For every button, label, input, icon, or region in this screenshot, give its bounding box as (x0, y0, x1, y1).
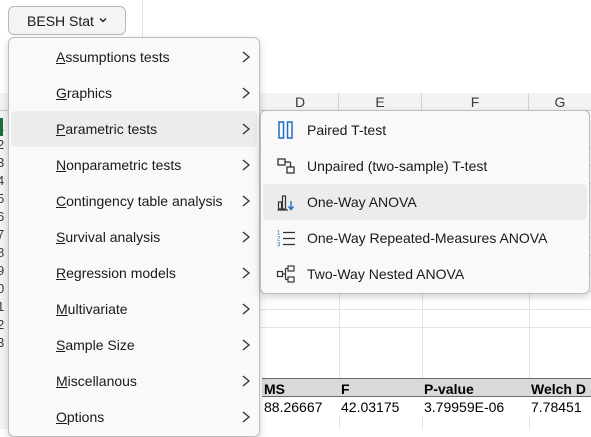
row-header[interactable]: 1 (0, 298, 8, 316)
table-header-ms[interactable]: MS (262, 378, 339, 397)
row-header[interactable]: 0 (0, 280, 8, 298)
chevron-right-icon (242, 411, 251, 423)
menu-item-label: ultivariate (67, 301, 128, 317)
submenu-item-paired-t-test[interactable]: Paired T-test (263, 112, 587, 148)
selected-row-indicator (0, 118, 3, 136)
menu-item-sample-size[interactable]: Sample Size (11, 327, 257, 363)
row-header[interactable]: 7 (0, 226, 8, 244)
table-cell-welch[interactable]: 7.78451 (529, 397, 591, 416)
accelerator-key: O (56, 409, 67, 425)
chevron-right-icon (242, 87, 251, 99)
menu-item-nonparametric-tests[interactable]: Nonparametric tests (11, 147, 257, 183)
submenu-item-label: Two-Way Nested ANOVA (307, 266, 465, 282)
hierarchy-icon (276, 265, 295, 283)
accelerator-key: M (56, 373, 68, 389)
accelerator-key: P (56, 121, 66, 137)
chevron-right-icon (242, 267, 251, 279)
accelerator-key: S (56, 337, 66, 353)
chevron-right-icon (242, 375, 251, 387)
menu-item-assumptions-tests[interactable]: Assumptions tests (11, 39, 257, 75)
column-header-g[interactable]: G (529, 93, 591, 110)
chevron-right-icon (242, 339, 251, 351)
menu-item-survival-analysis[interactable]: Survival analysis (11, 219, 257, 255)
menu-item-label: ontingency table analysis (66, 193, 223, 209)
menu-item-label: arametric tests (65, 121, 158, 137)
ribbon: BESH Stat (0, 0, 591, 40)
svg-text:3: 3 (277, 243, 281, 249)
row-header[interactable]: 3 (0, 334, 8, 352)
chevron-right-icon (242, 231, 251, 243)
table-cell-f[interactable]: 42.03175 (339, 397, 422, 416)
submenu-item-label: One-Way ANOVA (307, 194, 417, 210)
row-header[interactable]: 6 (0, 208, 8, 226)
table-header-welch[interactable]: Welch D (529, 378, 591, 397)
submenu-item-one-way-anova[interactable]: One-Way ANOVA (263, 184, 587, 220)
accelerator-key: C (56, 193, 67, 209)
paired-bars-icon (278, 121, 293, 139)
row-header[interactable]: 4 (0, 172, 8, 190)
accelerator-key: R (56, 265, 67, 281)
menu-item-label: ssumptions tests (65, 49, 170, 65)
menu-item-label: urvival analysis (65, 229, 161, 245)
table-header-p-value[interactable]: P-value (422, 378, 529, 397)
menu-item-miscellanous[interactable]: Miscellanous (11, 363, 257, 399)
menu-item-options[interactable]: Options (11, 399, 257, 435)
chevron-down-icon (99, 16, 107, 25)
table-header-f[interactable]: F (339, 378, 422, 397)
submenu-item-label: Unpaired (two-sample) T-test (307, 158, 488, 174)
unpaired-boxes-icon (277, 158, 295, 174)
submenu-item-label: Paired T-test (307, 122, 387, 138)
row-header[interactable]: 9 (0, 262, 8, 280)
accelerator-key: M (56, 301, 68, 317)
menu-item-label: iscellanous (67, 373, 137, 389)
row-header[interactable]: 2 (0, 316, 8, 334)
row-header[interactable]: 8 (0, 244, 8, 262)
menu-item-graphics[interactable]: Graphics (11, 75, 257, 111)
menu-item-parametric-tests[interactable]: Parametric tests (11, 111, 257, 147)
chevron-right-icon (242, 159, 251, 171)
submenu-item-unpaired-t-test[interactable]: Unpaired (two-sample) T-test (263, 148, 587, 184)
row-header[interactable]: 5 (0, 190, 8, 208)
parametric-tests-submenu: Paired T-test Unpaired (two-sample) T-te… (260, 110, 590, 294)
column-header-e[interactable]: E (339, 93, 422, 110)
table-cell-p-value[interactable]: 3.79959E-06 (422, 397, 529, 416)
chevron-right-icon (242, 51, 251, 63)
column-header-f[interactable]: F (422, 93, 529, 110)
menu-item-label: ptions (66, 409, 105, 425)
menu-item-contingency-table-analysis[interactable]: Contingency table analysis (11, 183, 257, 219)
submenu-item-two-way-nested-anova[interactable]: Two-Way Nested ANOVA (263, 256, 587, 292)
submenu-item-one-way-repeated-measures-anova[interactable]: 1 2 3 One-Way Repeated-Measures ANOVA (263, 220, 587, 256)
menu-item-regression-models[interactable]: Regression models (11, 255, 257, 291)
column-header-d[interactable]: D (262, 93, 339, 110)
chevron-right-icon (242, 123, 251, 135)
besh-stat-menu: Assumptions tests Graphics Parametric te… (8, 37, 260, 437)
ribbon-divider (142, 0, 143, 40)
besh-stat-button[interactable]: BESH Stat (8, 6, 126, 35)
menu-item-multivariate[interactable]: Multivariate (11, 291, 257, 327)
bar-chart-down-arrow-icon (277, 195, 295, 211)
menu-item-label: raphics (66, 85, 113, 101)
chevron-right-icon (242, 195, 251, 207)
row-header[interactable]: 3 (0, 154, 8, 172)
besh-stat-label: BESH Stat (27, 12, 94, 29)
accelerator-key: N (56, 157, 67, 173)
submenu-item-label: One-Way Repeated-Measures ANOVA (307, 230, 548, 246)
accelerator-key: G (56, 85, 67, 101)
row-header[interactable]: 2 (0, 136, 8, 154)
chevron-right-icon (242, 303, 251, 315)
accelerator-key: A (56, 49, 66, 65)
menu-item-label: onparametric tests (66, 157, 182, 173)
menu-item-label: egression models (66, 265, 176, 281)
numbered-list-icon: 1 2 3 (277, 231, 295, 249)
accelerator-key: S (56, 229, 66, 245)
table-cell-ms[interactable]: 88.26667 (262, 397, 339, 416)
menu-item-label: ample Size (65, 337, 135, 353)
